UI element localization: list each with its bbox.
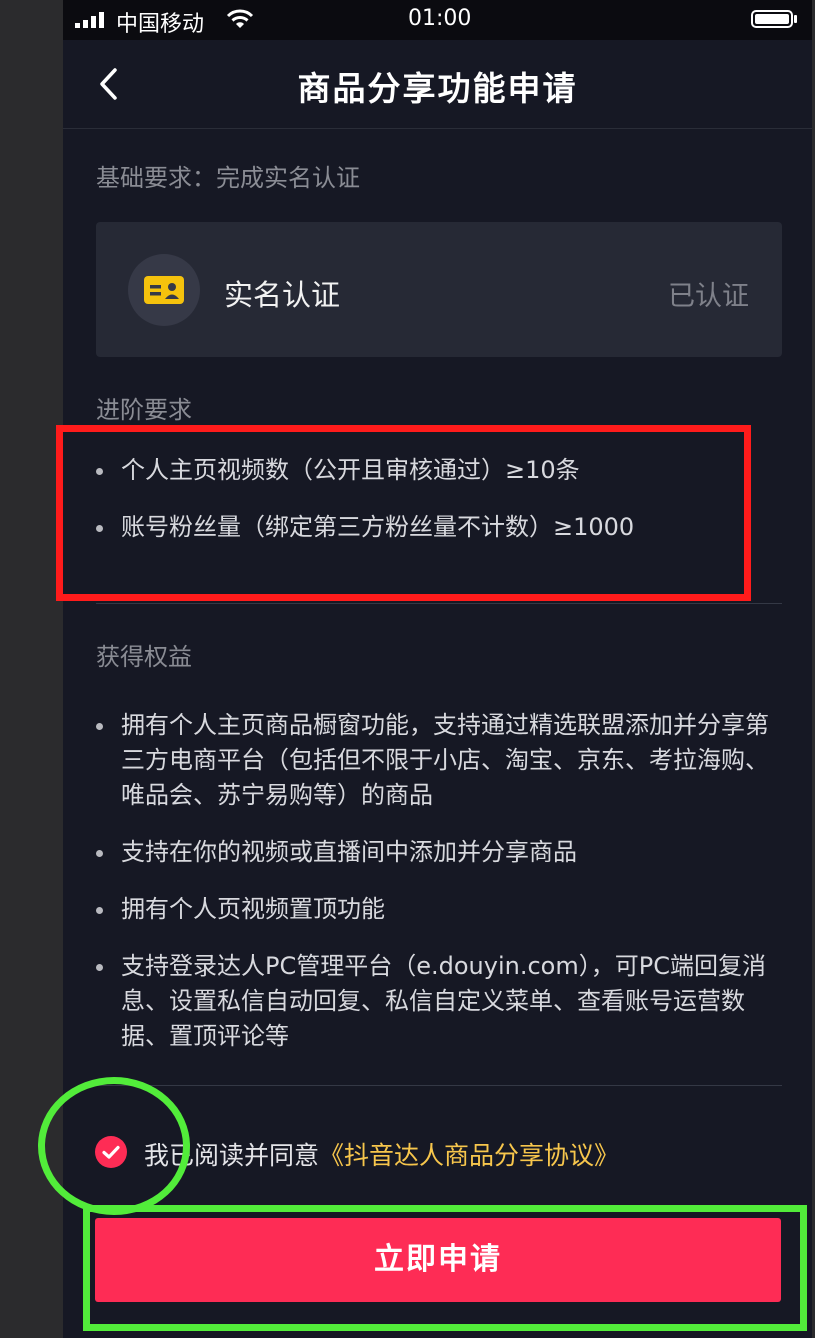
signal-icon: [75, 12, 104, 28]
list-item: 支持登录达人PC管理平台（e.douyin.com），可PC端回复消息、设置私信…: [96, 949, 788, 1054]
basic-requirement-label: 基础要求：完成实名认证: [96, 164, 360, 192]
verification-status: 已认证: [668, 281, 749, 312]
apply-now-button[interactable]: 立即申请: [95, 1218, 781, 1302]
status-bar: 中国移动 01:00: [63, 0, 812, 40]
agreement-link[interactable]: 《抖音达人商品分享协议》: [319, 1141, 619, 1170]
list-item: 拥有个人页视频置顶功能: [96, 892, 788, 927]
benefits-list: 拥有个人主页商品橱窗功能，支持通过精选联盟添加并分享第三方电商平台（包括但不限于…: [96, 708, 788, 1054]
verification-title: 实名认证: [224, 278, 341, 312]
agreement-checkbox[interactable]: [95, 1136, 127, 1168]
verification-icon-wrap: [128, 254, 200, 326]
clock: 01:00: [408, 6, 472, 31]
list-item: 个人主页视频数（公开且审核通过）≥10条: [96, 453, 786, 488]
divider: [96, 603, 782, 604]
nav-bar: 商品分享功能申请: [63, 40, 812, 129]
page-title: 商品分享功能申请: [297, 69, 578, 108]
advanced-requirement-list: 个人主页视频数（公开且审核通过）≥10条 账号粉丝量（绑定第三方粉丝量不计数）≥…: [96, 453, 786, 545]
battery-tip: [794, 15, 797, 23]
benefits-label: 获得权益: [96, 643, 192, 671]
agreement-text: 我已阅读并同意《抖音达人商品分享协议》: [144, 1136, 619, 1172]
agreement-prefix: 我已阅读并同意: [144, 1141, 320, 1170]
id-card-icon: [144, 276, 184, 304]
divider: [96, 1085, 782, 1086]
carrier-name: 中国移动: [116, 12, 205, 37]
wifi-icon: [226, 9, 254, 28]
list-item: 账号粉丝量（绑定第三方粉丝量不计数）≥1000: [96, 510, 786, 545]
list-item: 支持在你的视频或直播间中添加并分享商品: [96, 835, 788, 870]
advanced-requirement-label: 进阶要求: [96, 396, 192, 424]
battery-icon: [751, 10, 793, 28]
verification-card[interactable]: 实名认证 已认证: [96, 222, 782, 357]
list-item: 拥有个人主页商品橱窗功能，支持通过精选联盟添加并分享第三方电商平台（包括但不限于…: [96, 708, 788, 813]
checkmark-icon: [102, 1145, 120, 1159]
phone-screen: 中国移动 01:00 商品分享功能申请 基础要求：完成实名认证 实名认证 已认证: [63, 0, 812, 1338]
